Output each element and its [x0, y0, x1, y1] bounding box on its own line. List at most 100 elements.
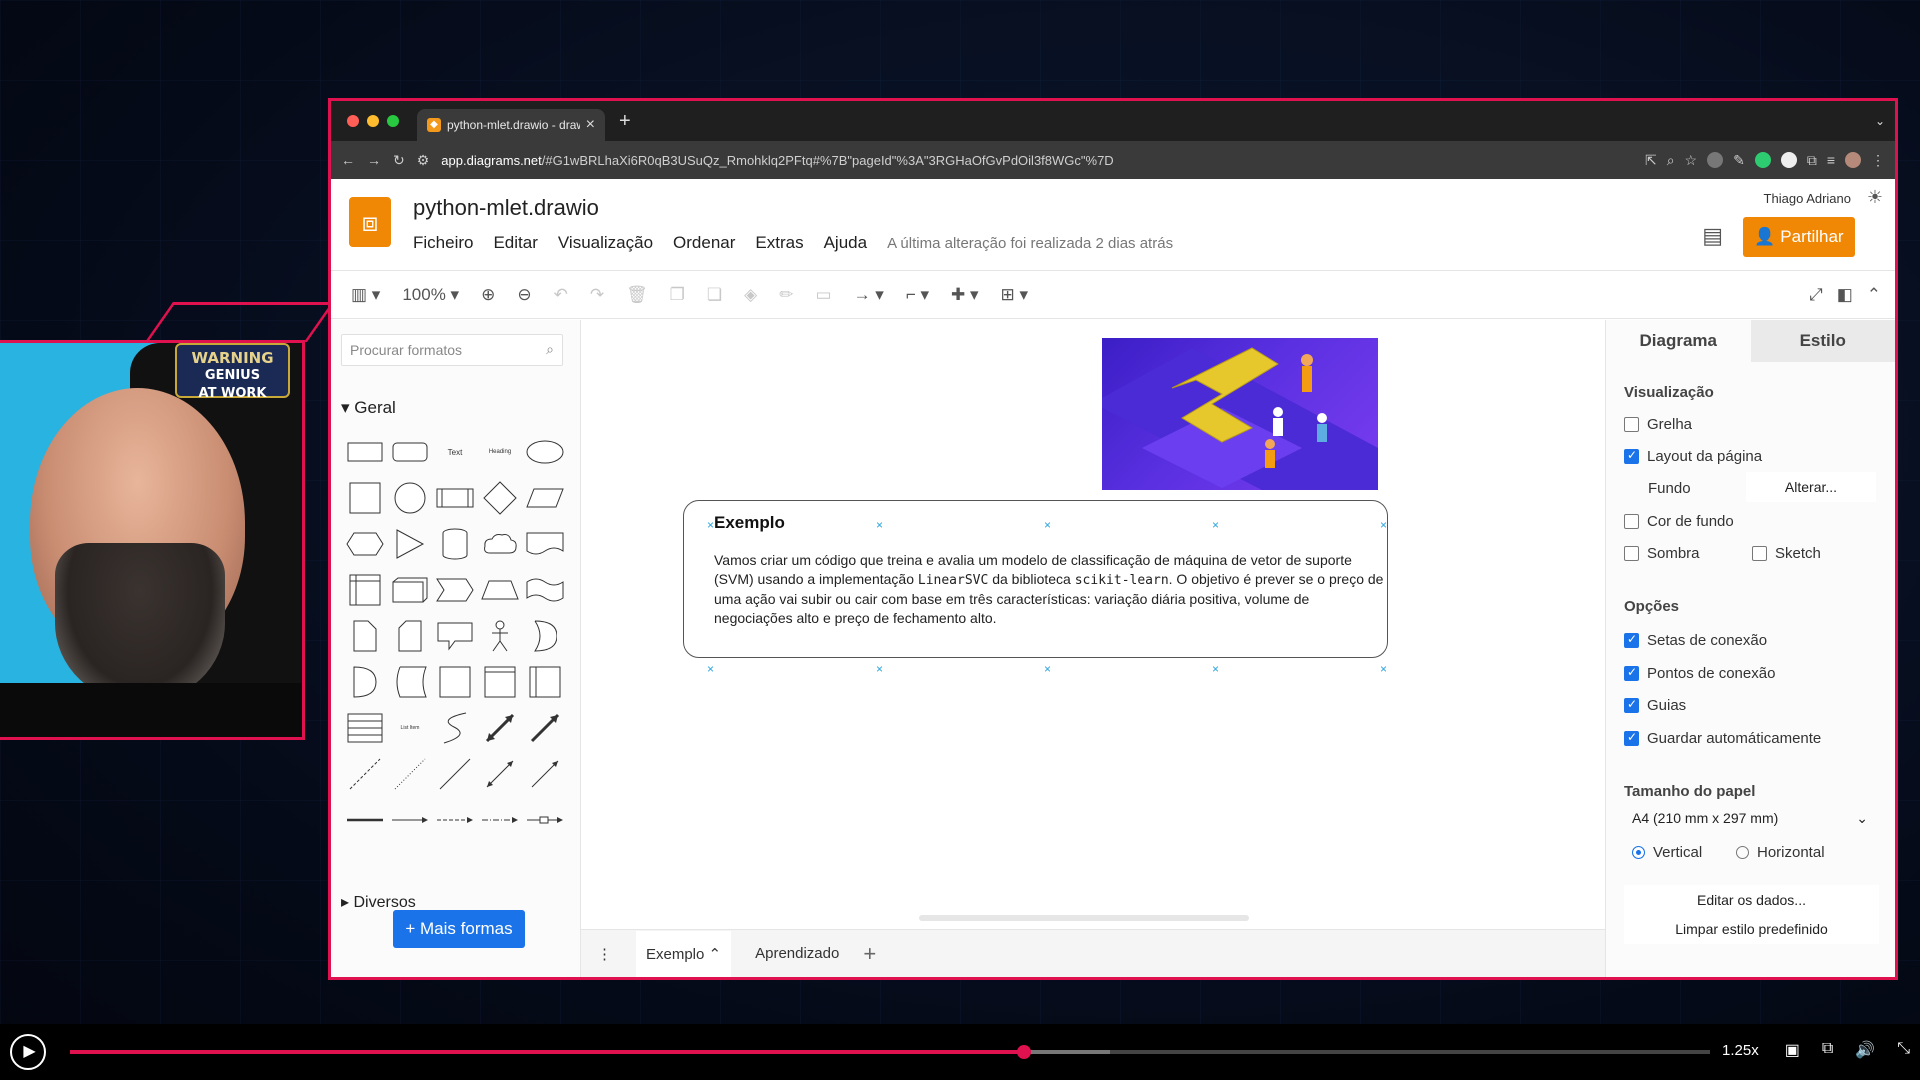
to-front-icon[interactable]: ❐: [670, 285, 685, 305]
captions-icon[interactable]: ▣: [1785, 1040, 1800, 1060]
add-page-icon[interactable]: +: [863, 941, 876, 967]
bidirectional-arrow-shape[interactable]: [478, 706, 522, 750]
line-color-icon[interactable]: ✏: [779, 285, 793, 305]
selection-handle[interactable]: ×: [1380, 662, 1387, 676]
maximize-window-button[interactable]: [387, 115, 399, 127]
arrow-shape[interactable]: [523, 706, 567, 750]
curve-shape[interactable]: [433, 706, 477, 750]
table-icon[interactable]: ⊞ ▾: [1001, 285, 1029, 305]
parallelogram-shape[interactable]: [523, 476, 567, 520]
document-shape[interactable]: [523, 522, 567, 566]
shape-search-input[interactable]: Procurar formatos ⌕: [341, 334, 563, 366]
selection-handle[interactable]: ×: [1380, 518, 1387, 532]
tab-diagram[interactable]: Diagrama: [1606, 320, 1751, 362]
grid-checkbox[interactable]: Grelha: [1624, 416, 1692, 433]
selection-handle[interactable]: ×: [1044, 662, 1051, 676]
and-shape[interactable]: [343, 660, 387, 704]
heading-shape[interactable]: Heading: [478, 430, 522, 474]
checkbox-box[interactable]: [1624, 546, 1639, 561]
back-icon[interactable]: ←: [341, 152, 355, 168]
checkbox-box[interactable]: [1624, 665, 1639, 681]
tape-shape[interactable]: [523, 568, 567, 612]
tab-style[interactable]: Estilo: [1750, 320, 1895, 362]
diagram-canvas[interactable]: Exemplo Vamos criar um código que treina…: [589, 320, 1594, 929]
playback-speed[interactable]: 1.25x: [1722, 1042, 1759, 1059]
connection-arrows-checkbox[interactable]: Setas de conexão: [1624, 632, 1767, 649]
connection-style-icon[interactable]: → ▾: [854, 285, 884, 305]
progress-knob[interactable]: [1017, 1045, 1032, 1059]
checkbox-box[interactable]: [1624, 697, 1639, 713]
shadow-checkbox[interactable]: Sombra: [1624, 545, 1700, 562]
connection-points-checkbox[interactable]: Pontos de conexão: [1624, 665, 1775, 682]
actor-shape[interactable]: [478, 614, 522, 658]
note-shape[interactable]: [343, 614, 387, 658]
theme-sun-icon[interactable]: ☀: [1867, 187, 1883, 208]
menu-help[interactable]: Ajuda: [824, 233, 867, 253]
fill-color-icon[interactable]: ◈: [744, 285, 757, 305]
extensions-puzzle-icon[interactable]: ⧉: [1807, 152, 1817, 169]
section-general[interactable]: ▾ Geral: [341, 398, 396, 418]
close-window-button[interactable]: [347, 115, 359, 127]
checkbox-box[interactable]: [1624, 514, 1639, 529]
page-tab-aprendizado[interactable]: Aprendizado: [755, 945, 839, 962]
rounded-rectangle-shape[interactable]: [388, 430, 432, 474]
url-field[interactable]: app.diagrams.net/#G1wBRLhaXi6R0qB3USuQz_…: [441, 153, 1633, 168]
last-edit-status[interactable]: A última alteração foi realizada 2 dias …: [887, 235, 1173, 252]
link-label-shape[interactable]: [523, 798, 567, 842]
text-shape[interactable]: Text: [433, 430, 477, 474]
fullscreen-icon[interactable]: ⤢: [1809, 285, 1823, 305]
example-note-box[interactable]: Exemplo Vamos criar um código que treina…: [683, 500, 1388, 658]
install-app-icon[interactable]: ⇱: [1645, 152, 1657, 169]
extension-icon[interactable]: [1707, 151, 1724, 168]
file-title[interactable]: python-mlet.drawio: [413, 195, 599, 221]
data-storage-shape[interactable]: [388, 660, 432, 704]
format-panel-icon[interactable]: ◧: [1837, 285, 1853, 305]
insert-icon[interactable]: ✚ ▾: [951, 285, 979, 305]
new-tab-icon[interactable]: +: [619, 110, 631, 133]
process-shape[interactable]: [433, 476, 477, 520]
paper-size-select[interactable]: A4 (210 mm x 297 mm) ⌄: [1624, 810, 1874, 826]
share-button[interactable]: 👤 Partilhar: [1743, 217, 1855, 257]
list-item-shape[interactable]: List Item: [388, 706, 432, 750]
checkbox-box[interactable]: [1624, 417, 1639, 432]
checkbox-box[interactable]: [1752, 546, 1767, 561]
to-back-icon[interactable]: ❏: [707, 285, 722, 305]
bookmark-star-icon[interactable]: ☆: [1685, 152, 1698, 169]
link-dotted-shape[interactable]: [478, 798, 522, 842]
internal-storage-shape[interactable]: [343, 568, 387, 612]
link-dashed-shape[interactable]: [433, 798, 477, 842]
page-layout-checkbox[interactable]: Layout da página: [1624, 448, 1762, 465]
radio-dot[interactable]: [1736, 846, 1749, 859]
cube-shape[interactable]: [388, 568, 432, 612]
forward-icon[interactable]: →: [367, 152, 381, 168]
waypoints-icon[interactable]: ⌐ ▾: [906, 285, 929, 305]
directional-connector-shape[interactable]: [523, 752, 567, 796]
collapse-icon[interactable]: ⌃: [1867, 285, 1881, 305]
comments-icon[interactable]: ▤: [1702, 223, 1723, 249]
thick-line-shape[interactable]: [343, 798, 387, 842]
site-settings-icon[interactable]: ⚙: [417, 152, 430, 169]
fullscreen-exit-icon[interactable]: ⤡: [1897, 1040, 1910, 1060]
callout-shape[interactable]: [433, 614, 477, 658]
play-icon[interactable]: ▶: [10, 1034, 46, 1070]
ellipse-shape[interactable]: [523, 430, 567, 474]
volume-icon[interactable]: 🔊: [1855, 1040, 1875, 1060]
vertical-container-shape[interactable]: [523, 660, 567, 704]
redo-icon[interactable]: ↷: [590, 285, 604, 305]
user-name[interactable]: Thiago Adriano: [1764, 191, 1851, 206]
checkbox-box[interactable]: [1624, 448, 1639, 464]
dashed-line-shape[interactable]: [343, 752, 387, 796]
triangle-shape[interactable]: [388, 522, 432, 566]
profile-avatar-icon[interactable]: [1845, 151, 1861, 168]
menu-view[interactable]: Visualização: [558, 233, 653, 253]
line-shape[interactable]: [433, 752, 477, 796]
browser-tab[interactable]: ◆ python-mlet.drawio - draw.io ×: [417, 109, 605, 141]
radio-dot[interactable]: [1632, 846, 1645, 859]
horizontal-scrollbar[interactable]: [919, 915, 1249, 921]
zoom-icon[interactable]: ⌕: [1667, 152, 1675, 169]
selection-handle[interactable]: ×: [707, 662, 714, 676]
guides-checkbox[interactable]: Guias: [1624, 697, 1686, 714]
clear-default-style-button[interactable]: Limpar estilo predefinido: [1624, 914, 1879, 944]
shadow-icon[interactable]: ▭: [816, 285, 832, 305]
hexagon-shape[interactable]: [343, 522, 387, 566]
